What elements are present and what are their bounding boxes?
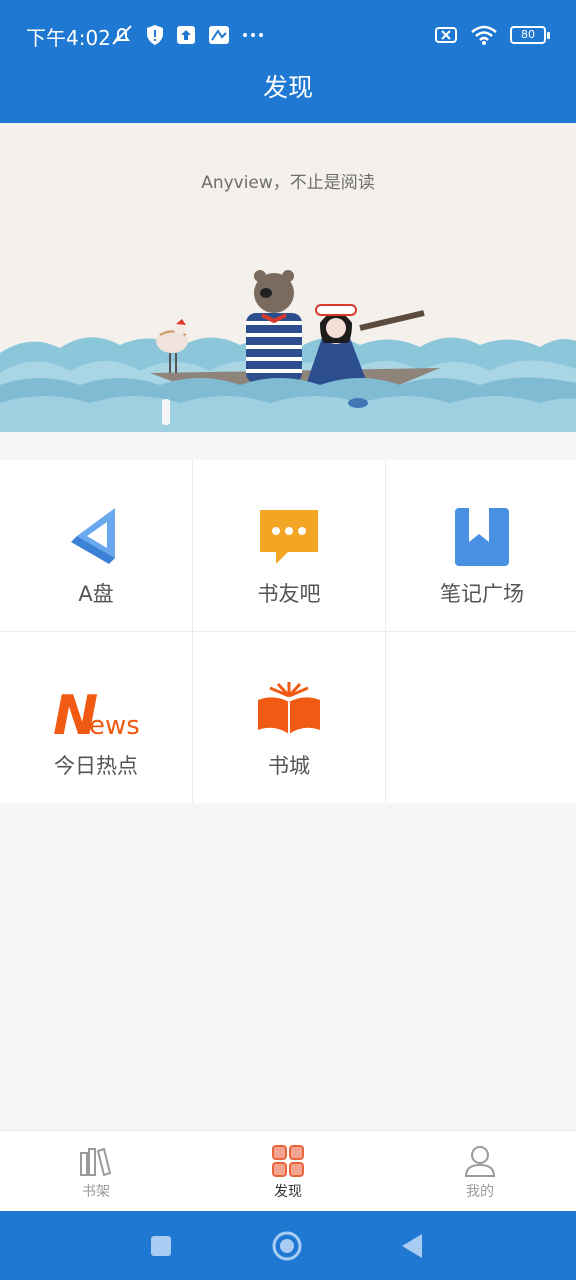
a-disk-icon xyxy=(71,508,115,564)
tab-label: 发现 xyxy=(274,1184,302,1200)
grid-item-news[interactable]: N ews 今日热点 xyxy=(0,632,192,803)
battery-indicator: 80 xyxy=(510,26,550,44)
status-time: 下午4:02 xyxy=(26,26,111,50)
more-icon xyxy=(243,33,263,37)
bottom-tab-bar: 书架 发现 我的 xyxy=(0,1130,576,1211)
page-title: 发现 xyxy=(262,73,313,102)
shield-icon xyxy=(147,25,163,45)
upload-icon xyxy=(177,26,195,44)
profile-icon xyxy=(464,1146,496,1177)
tab-discover[interactable]: 发现 xyxy=(192,1131,384,1212)
tab-profile[interactable]: 我的 xyxy=(384,1131,576,1212)
grid-item-empty xyxy=(386,632,576,803)
bookshelf-icon xyxy=(80,1147,112,1177)
back-icon[interactable] xyxy=(396,1229,430,1263)
banner[interactable]: Anyview，不止是阅读 xyxy=(0,123,576,432)
discover-grid-icon xyxy=(272,1145,304,1177)
grid-item-label: 书城 xyxy=(268,754,310,778)
open-book-icon xyxy=(258,682,320,734)
grid-item-label: A盘 xyxy=(78,582,114,606)
grid-item-notes-plaza[interactable]: 笔记广场 xyxy=(386,460,576,631)
bookmark-icon xyxy=(455,508,509,566)
grid-item-label: 今日热点 xyxy=(54,754,138,778)
grid-item-label: 笔记广场 xyxy=(440,582,524,606)
wifi-icon xyxy=(471,25,497,45)
sim-off-icon xyxy=(435,27,457,43)
muted-bell-icon xyxy=(112,25,132,45)
tab-label: 书架 xyxy=(82,1184,110,1200)
grid-item-a-disk[interactable]: A盘 xyxy=(0,460,192,631)
tab-bookshelf[interactable]: 书架 xyxy=(0,1131,192,1212)
recent-apps-icon[interactable] xyxy=(144,1229,178,1263)
status-bar: 下午4:02 80 xyxy=(0,0,576,66)
grid-item-label: 书友吧 xyxy=(257,582,321,606)
chat-bubble-icon xyxy=(260,510,318,564)
banner-slogan: Anyview，不止是阅读 xyxy=(201,173,375,193)
grid-item-book-friends[interactable]: 书友吧 xyxy=(193,460,385,631)
news-icon: N ews xyxy=(53,684,140,740)
grid-item-bookstore[interactable]: 书城 xyxy=(193,632,385,803)
system-nav-bar xyxy=(0,1211,576,1280)
news-logo-rest: ews xyxy=(89,711,140,740)
header: 发现 xyxy=(0,66,576,123)
home-icon[interactable] xyxy=(270,1229,304,1263)
tab-label: 我的 xyxy=(466,1184,494,1200)
feature-grid: A盘 书友吧 笔记广场 N ews 今日热点 书城 xyxy=(0,460,576,803)
map-icon xyxy=(209,26,229,44)
